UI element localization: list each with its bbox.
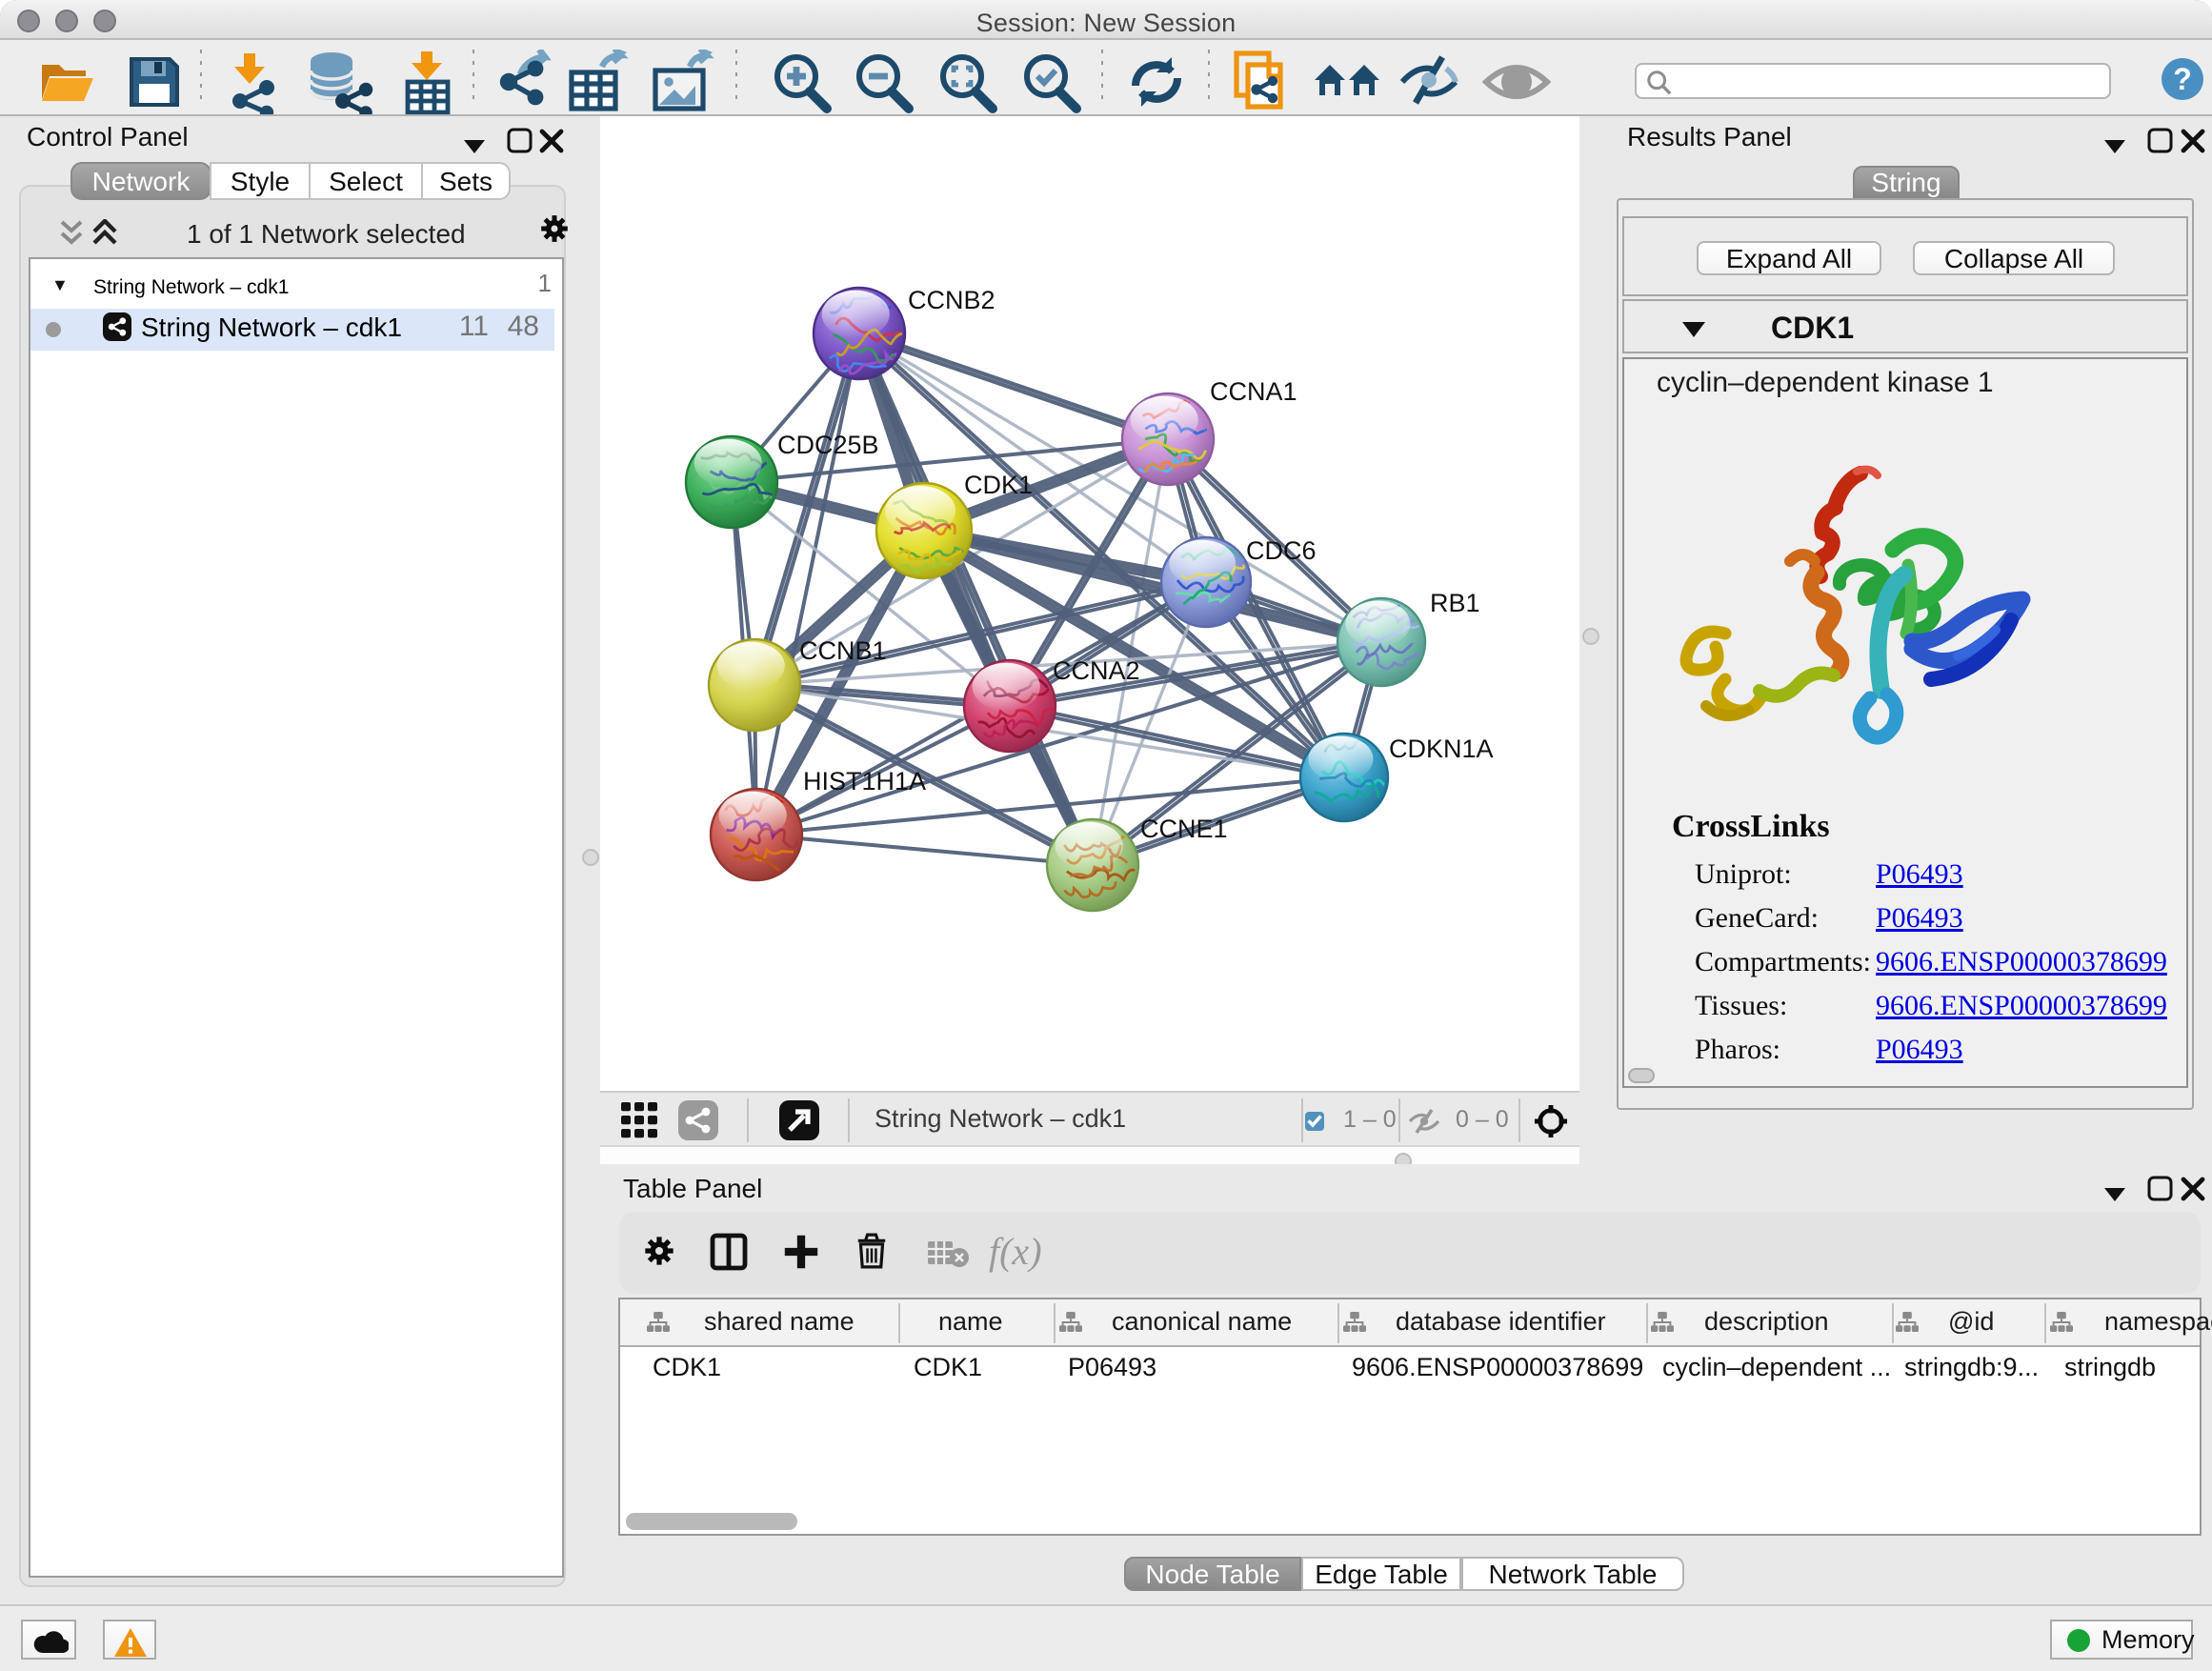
svg-text:RB1: RB1	[1430, 589, 1480, 617]
svg-text:HIST1H1A: HIST1H1A	[803, 767, 926, 795]
svg-text:CCNA1: CCNA1	[1210, 377, 1297, 406]
svg-text:CDK1: CDK1	[964, 471, 1033, 499]
svg-text:CDC25B: CDC25B	[777, 431, 879, 459]
svg-text:CDC6: CDC6	[1246, 536, 1317, 565]
svg-text:?: ?	[2173, 62, 2192, 96]
svg-text:CCNB2: CCNB2	[908, 286, 995, 314]
svg-text:CCNE1: CCNE1	[1140, 815, 1228, 843]
svg-text:CCNB1: CCNB1	[799, 636, 887, 665]
svg-text:CDKN1A: CDKN1A	[1389, 735, 1494, 763]
svg-text:CCNA2: CCNA2	[1053, 656, 1140, 685]
